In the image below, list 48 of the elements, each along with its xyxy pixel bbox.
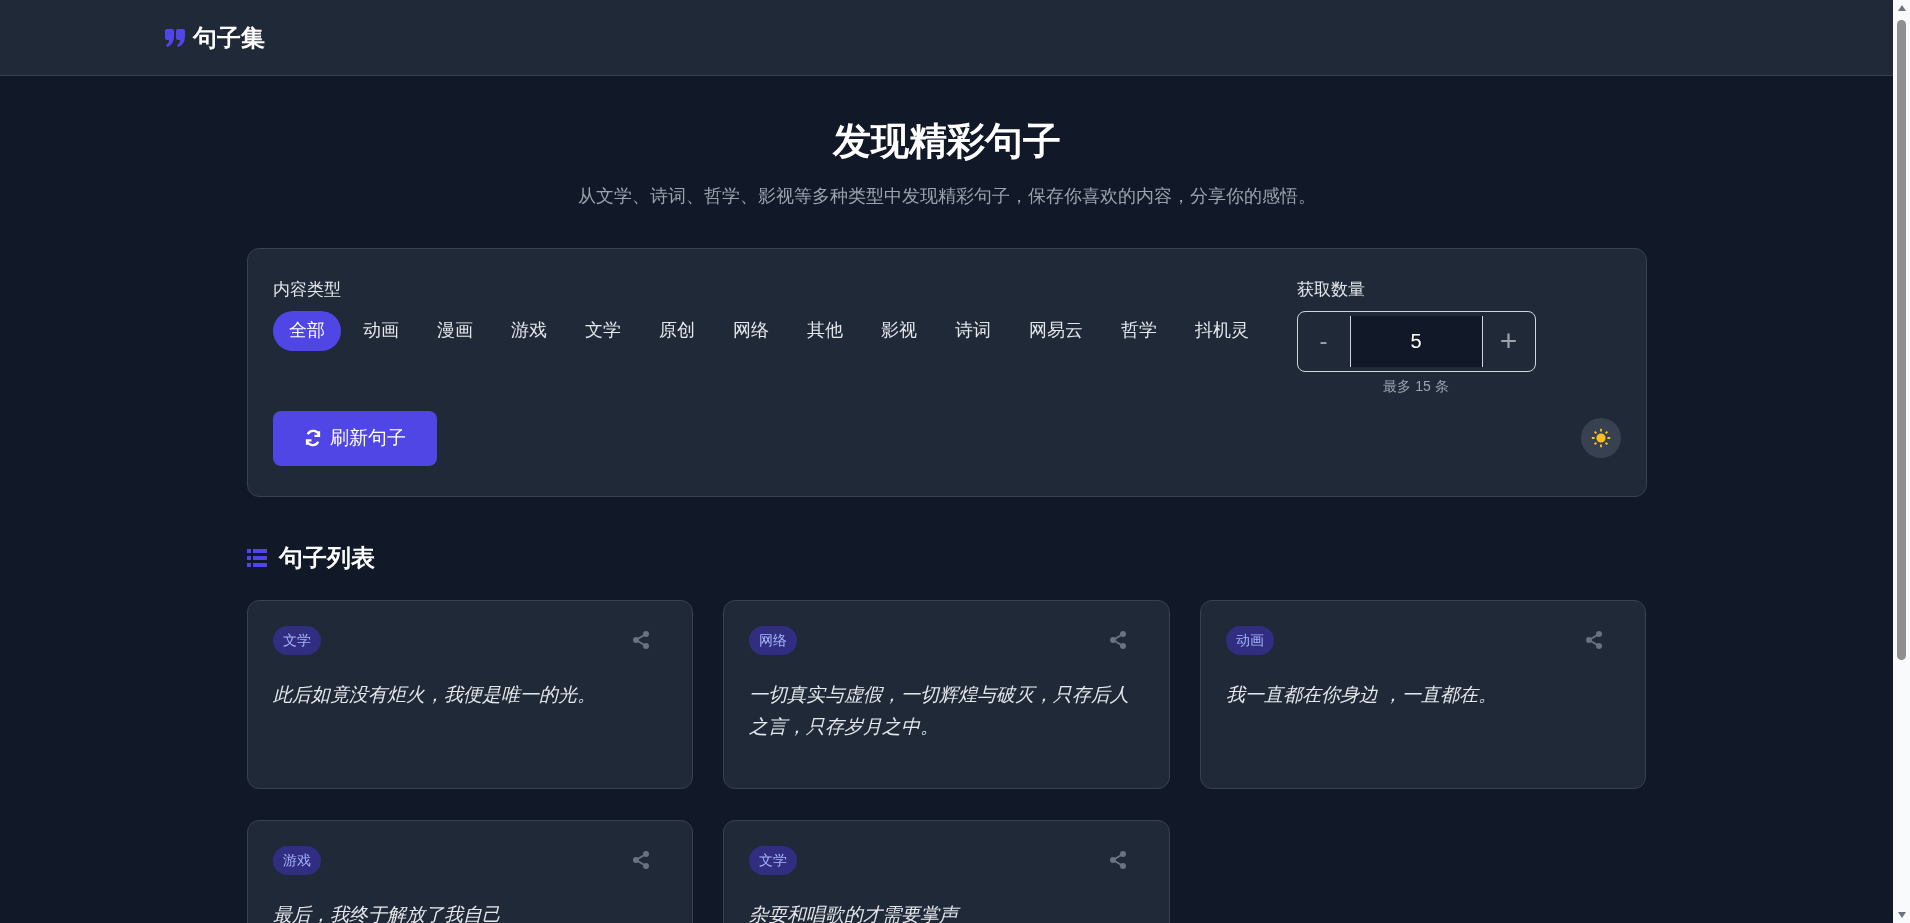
- page-title: 发现精彩句子: [831, 119, 1062, 164]
- section-title: 句子列表: [278, 542, 375, 573]
- refresh-button[interactable]: 刷新句子: [272, 410, 437, 466]
- type-chip[interactable]: 原创: [642, 310, 711, 351]
- category-tag: 游戏: [272, 845, 321, 875]
- type-chip[interactable]: 动画: [346, 310, 415, 351]
- increment-button[interactable]: +: [1482, 311, 1535, 371]
- count-label: 获取数量: [1296, 279, 1366, 301]
- type-chip[interactable]: 游戏: [494, 310, 563, 351]
- type-chip[interactable]: 全部: [272, 310, 341, 351]
- count-hint: 最多 15 条: [1382, 376, 1450, 396]
- type-chip[interactable]: 其他: [790, 310, 859, 351]
- logo-text[interactable]: 句子集: [193, 21, 265, 54]
- category-tag: 文学: [749, 845, 798, 875]
- share-icon[interactable]: [631, 850, 652, 870]
- share-icon[interactable]: [1584, 630, 1605, 650]
- type-chip[interactable]: 网易云: [1012, 310, 1099, 351]
- type-chip[interactable]: 漫画: [420, 310, 489, 351]
- quote-text: 此后如竟没有炬火，我便是唯一的光。: [272, 682, 597, 707]
- type-chip[interactable]: 文学: [568, 310, 637, 351]
- quote-text: 我一直都在你身边 ，一直都在。: [1225, 682, 1499, 707]
- quote-text: 杂耍和唱歌的才需要掌声: [749, 902, 962, 923]
- scroll-up-icon[interactable]: [1896, 4, 1907, 12]
- share-icon[interactable]: [1107, 630, 1128, 650]
- type-chip[interactable]: 诗词: [938, 310, 1007, 351]
- type-chip[interactable]: 影视: [864, 310, 933, 351]
- list-icon: [246, 548, 267, 567]
- type-chip[interactable]: 哲学: [1104, 310, 1173, 351]
- count-field[interactable]: 5: [1349, 315, 1483, 367]
- scrollbar[interactable]: [1893, 0, 1910, 923]
- quote-icon: [165, 28, 185, 47]
- page-subtitle: 从文学、诗词、哲学、影视等多种类型中发现精彩句子，保存你喜欢的内容，分享你的感悟。: [576, 185, 1317, 208]
- share-icon[interactable]: [631, 630, 652, 650]
- refresh-icon: [303, 429, 322, 447]
- type-chip[interactable]: 抖机灵: [1178, 310, 1265, 351]
- category-tag: 网络: [749, 625, 798, 655]
- category-tag: 动画: [1225, 625, 1274, 655]
- category-tag: 文学: [272, 625, 321, 655]
- decrement-button[interactable]: -: [1297, 311, 1350, 371]
- sun-icon: [1589, 427, 1612, 449]
- scroll-down-icon[interactable]: [1896, 911, 1907, 919]
- quote-text: 最后，我终于解放了我自己: [272, 902, 502, 923]
- theme-toggle-button[interactable]: [1580, 418, 1621, 458]
- type-chip[interactable]: 网络: [716, 310, 785, 351]
- scrollbar-thumb[interactable]: [1897, 20, 1906, 660]
- share-icon[interactable]: [1107, 850, 1128, 870]
- quote-text: 一切真实与虚假，一切辉煌与破灭，只存后人之言，只存岁月之中。: [749, 682, 1131, 739]
- type-label: 内容类型: [272, 279, 342, 301]
